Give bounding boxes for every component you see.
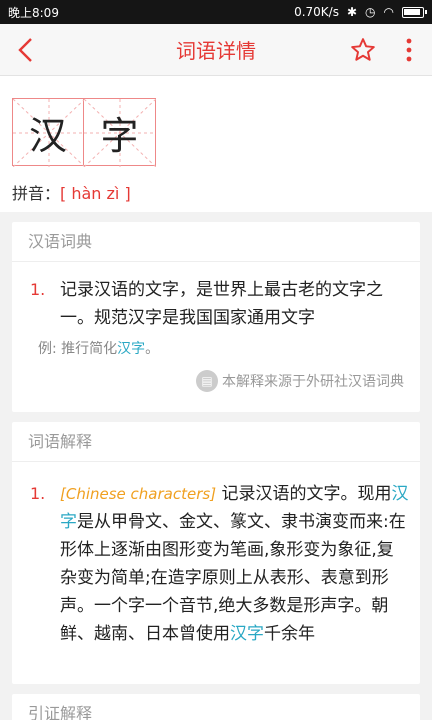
star-icon — [351, 37, 375, 61]
alarm-icon: ◷ — [365, 5, 376, 19]
back-button[interactable] — [0, 24, 52, 76]
card-title: 词语解释 — [12, 422, 420, 462]
chevron-left-icon — [18, 37, 32, 62]
more-vertical-icon — [406, 38, 412, 61]
explanation-item: 1. [Chinese characters] 记录汉语的文字。现用汉字是从甲骨… — [12, 480, 420, 648]
card-title: 引证解释 — [12, 694, 420, 720]
word-link[interactable]: 汉字 — [230, 624, 264, 644]
explanation-text: 记录汉语的文字。现用 — [216, 484, 392, 504]
page-title: 词语详情 — [176, 39, 256, 63]
pinyin-value[interactable]: [ hàn zì ] — [60, 184, 131, 203]
battery-icon — [402, 6, 427, 18]
dictionary-card: 汉语词典 1. 记录汉语的文字，是世界上最古老的文字之一。规范汉字是我国国家通用… — [12, 222, 420, 412]
character: 汉 — [28, 113, 67, 158]
explanation-text: 千余年 — [264, 624, 315, 644]
status-bar: 晚上8:09 0.70K/s ✱ ◷ ◠ — [0, 0, 432, 24]
network-speed: 0.70K/s — [294, 5, 339, 19]
bluetooth-icon: ✱ — [346, 5, 358, 19]
character-grid: 汉 字 — [12, 98, 156, 167]
status-time: 晚上8:09 — [8, 5, 59, 20]
pinyin-label: 拼音： — [12, 184, 61, 203]
source-text: 本解释来源于外研社汉语词典 — [222, 374, 404, 390]
card-title: 汉语词典 — [12, 222, 420, 262]
character-cell: 字 — [84, 98, 156, 167]
example-suffix: 。 — [145, 341, 160, 357]
definition-item: 1. 记录汉语的文字，是世界上最古老的文字之一。规范汉字是我国国家通用文字 — [12, 276, 420, 332]
explanation-card: 词语解释 1. [Chinese characters] 记录汉语的文字。现用汉… — [12, 422, 420, 684]
example-prefix: 例: 推行简化 — [38, 341, 118, 357]
english-term: [Chinese characters] — [60, 485, 217, 503]
favorite-button[interactable] — [340, 24, 386, 76]
citation-card: 引证解释 — [12, 694, 420, 720]
word-header: 汉 字 拼音：[ hàn zì ] — [0, 76, 432, 212]
definition-text: 记录汉语的文字，是世界上最古老的文字之一。规范汉字是我国国家通用文字 — [60, 280, 383, 328]
source-note: ▤ 本解释来源于外研社汉语词典 — [12, 370, 420, 392]
wifi-icon: ◠ — [383, 5, 394, 19]
character-cell: 汉 — [12, 98, 85, 167]
example-link[interactable]: 汉字 — [117, 341, 145, 357]
example-sentence: 例: 推行简化汉字。 — [12, 338, 420, 358]
library-icon: ▤ — [196, 370, 218, 392]
toolbar: 词语详情 — [0, 24, 432, 76]
more-button[interactable] — [386, 24, 432, 76]
character: 字 — [100, 113, 139, 158]
pinyin-row: 拼音：[ hàn zì ] — [12, 180, 131, 204]
definition-number: 1. — [30, 280, 46, 299]
explanation-number: 1. — [30, 484, 46, 503]
